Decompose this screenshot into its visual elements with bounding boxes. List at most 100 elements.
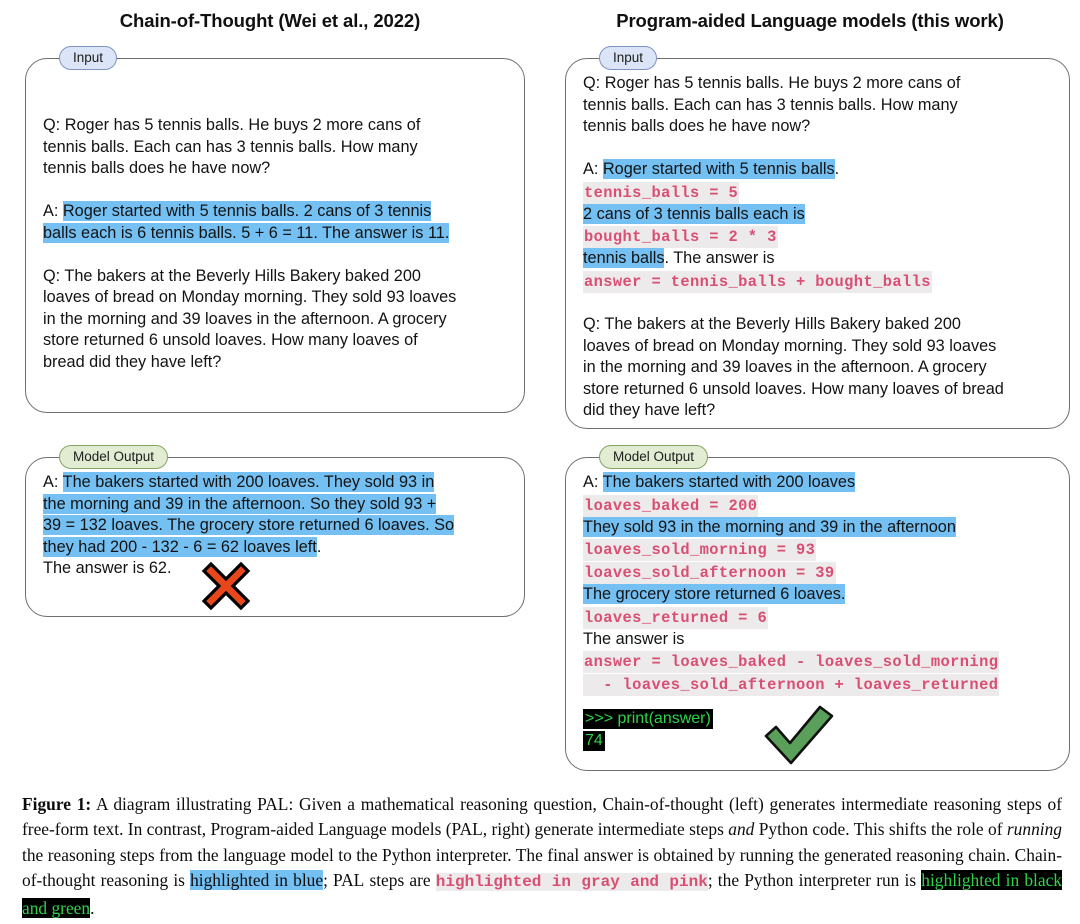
- pal-input-panel: Input Q: Roger has 5 tennis balls. He bu…: [565, 46, 1070, 429]
- cot-input-q1-line1: Q: Roger has 5 tennis balls. He buys 2 m…: [43, 116, 421, 134]
- cot-input-a1-highlight-1: Roger started with 5 tennis balls. 2 can…: [62, 201, 432, 221]
- caption-text-7: steps are: [364, 870, 436, 891]
- caption-italic-running: running: [1006, 819, 1062, 840]
- caption-text-3: , right) generate intermediate steps: [482, 819, 729, 840]
- pal-output-plain-line: The answer is: [583, 629, 685, 648]
- pal-output-code-2: loaves_sold_morning = 93: [583, 539, 817, 561]
- caption-text-9: .: [90, 897, 95, 918]
- caption-pal-3: PAL: [333, 870, 365, 891]
- figure-caption: Figure 1: A diagram illustrating PAL: Gi…: [22, 792, 1062, 921]
- pal-input-a1-line1: A: Roger started with 5 tennis balls.: [583, 159, 1057, 181]
- pal-input-q2-line5: did they have left?: [583, 401, 716, 419]
- pal-input-q2-line2: loaves of bread on Monday morning. They …: [583, 336, 997, 355]
- pal-output-code-5: answer = loaves_baked - loaves_sold_morn…: [583, 651, 1000, 673]
- pal-input-q1-line3: tennis balls does he have now?: [583, 117, 811, 135]
- cot-input-panel: Input Q: Roger has 5 tennis balls. He bu…: [25, 46, 525, 413]
- badge-model-output-pal: Model Output: [599, 445, 709, 469]
- pal-input-q2-line1: Q: The bakers at the Beverly Hills Baker…: [583, 315, 961, 333]
- pal-input-code-3: answer = tennis_balls + bought_balls: [583, 270, 932, 293]
- pal-output-code-3: loaves_sold_afternoon = 39: [583, 562, 836, 584]
- caption-text-6: ;: [323, 870, 334, 891]
- cot-input-a1-highlight-2: balls each is 6 tennis balls. 5 + 6 = 11…: [43, 222, 450, 243]
- cot-output-line2: the morning and 39 in the afternoon. So …: [43, 493, 512, 516]
- cot-output-highlight-4-tail: .: [316, 537, 322, 556]
- cot-input-q2-line2: loaves of bread on Monday morning. They …: [43, 288, 457, 306]
- cot-output-highlight-1: The bakers started with 200 loaves. They…: [62, 472, 435, 492]
- cot-input-q2-line5: bread did they have left?: [43, 352, 222, 371]
- pal-input-q2-line4: store returned 6 unsold loaves. How many…: [583, 379, 1004, 398]
- badge-input-pal: Input: [599, 46, 658, 70]
- pal-output-a-prefix: A:: [583, 473, 603, 491]
- pal-output-line3: The grocery store returned 6 loaves.: [583, 584, 1057, 606]
- pal-output-code-line-4: loaves_returned = 6: [583, 606, 1057, 629]
- pal-input-q2-line3: in the morning and 39 loaves in the afte…: [583, 358, 987, 376]
- cot-output-body: A: The bakers started with 200 loaves. T…: [43, 472, 512, 580]
- cot-input-q1-line3: tennis balls does he have now?: [43, 159, 271, 177]
- pal-input-highlight-2: 2 cans of 3 tennis balls each is: [583, 203, 805, 224]
- pal-input-a-prefix: A:: [583, 160, 603, 178]
- column-title-chain-of-thought: Chain-of-Thought (Wei et al., 2022): [119, 10, 421, 31]
- pal-input-highlight-3: tennis balls: [583, 248, 665, 268]
- caption-text-1: A diagram illustrating: [91, 794, 258, 814]
- cot-input-body: Q: Roger has 5 tennis balls. He buys 2 m…: [43, 115, 512, 373]
- caption-highlight-blue: highlighted in blue: [190, 870, 324, 891]
- pal-output-line1: A: The bakers started with 200 loaves: [583, 472, 1057, 494]
- pal-output-highlight-2: They sold 93 in the morning and 39 in th…: [583, 516, 956, 537]
- pal-input-body: Q: Roger has 5 tennis balls. He buys 2 m…: [583, 73, 1057, 422]
- pal-input-a1-line2: 2 cans of 3 tennis balls each is: [583, 203, 1057, 226]
- pal-output-code-1: loaves_baked = 200: [583, 494, 759, 517]
- cross-icon: [201, 561, 251, 611]
- cot-input-a-prefix: A:: [43, 202, 63, 220]
- pal-input-code-line-3: answer = tennis_balls + bought_balls: [583, 270, 1057, 293]
- pal-output-code-line-6: - loaves_sold_afternoon + loaves_returne…: [583, 673, 1057, 696]
- cot-output-highlight-2: the morning and 39 in the afternoon. So …: [43, 493, 437, 514]
- caption-highlight-pink: highlighted in gray and pink: [435, 873, 708, 892]
- cot-output-highlight-4: they had 200 - 132 - 6 = 62 loaves left: [43, 536, 317, 557]
- figure-container: Chain-of-Thought (Wei et al., 2022) Prog…: [0, 0, 1080, 924]
- pal-input-code-2: bought_balls = 2 * 3: [583, 226, 778, 248]
- pal-input-highlight-1-tail: .: [834, 160, 840, 178]
- pal-input-highlight-3-tail: . The answer is: [664, 249, 775, 267]
- cot-output-a-prefix: A:: [43, 473, 63, 491]
- caption-pal-2: PAL: [451, 819, 483, 840]
- pal-output-code-line-2: loaves_sold_morning = 93: [583, 538, 1057, 561]
- pal-input-q1-line2: tennis balls. Each can has 3 tennis ball…: [583, 95, 958, 114]
- cot-input-q2-line4: store returned 6 unsold loaves. How many…: [43, 331, 418, 349]
- caption-text-4: Python code. This shifts the role of: [754, 819, 1007, 840]
- cot-input-a1-line2: balls each is 6 tennis balls. 5 + 6 = 11…: [43, 222, 512, 245]
- pal-output-code-line-5: answer = loaves_baked - loaves_sold_morn…: [583, 650, 1057, 673]
- cot-input-a1-line1: A: Roger started with 5 tennis balls. 2 …: [43, 201, 512, 223]
- terminal-result: 74: [583, 730, 605, 751]
- caption-text-8: ; the Python interpreter run is: [707, 870, 922, 891]
- pal-output-highlight-3: The grocery store returned 6 loaves.: [583, 584, 846, 604]
- cot-input-q2-line3: in the morning and 39 loaves in the afte…: [43, 309, 447, 328]
- pal-input-highlight-1: Roger started with 5 tennis balls: [602, 159, 835, 179]
- cot-output-line3: 39 = 132 loaves. The grocery store retur…: [43, 515, 512, 537]
- cot-output-line1: A: The bakers started with 200 loaves. T…: [43, 472, 512, 494]
- pal-output-code-line-3: loaves_sold_afternoon = 39: [583, 561, 1057, 584]
- pal-input-q1-line1: Q: Roger has 5 tennis balls. He buys 2 m…: [583, 74, 961, 92]
- pal-output-code-line-1: loaves_baked = 200: [583, 494, 1057, 517]
- cot-input-q2-line1: Q: The bakers at the Beverly Hills Baker…: [43, 266, 421, 285]
- pal-input-a1-line3: tennis balls. The answer is: [583, 248, 1057, 270]
- caption-label: Figure 1:: [22, 794, 92, 814]
- column-title-pal: Program-aided Language models (this work…: [616, 10, 1004, 31]
- terminal-command: >>> print(answer): [583, 709, 713, 729]
- badge-model-output-cot: Model Output: [59, 445, 169, 469]
- pal-output-code-4: loaves_returned = 6: [583, 606, 769, 629]
- caption-italic-and: and: [728, 819, 755, 840]
- pal-output-highlight-1: The bakers started with 200 loaves: [602, 472, 856, 492]
- pal-output-code-6: - loaves_sold_afternoon + loaves_returne…: [583, 674, 1000, 696]
- cot-output-panel: Model Output A: The bakers started with …: [25, 445, 525, 617]
- cot-output-final-line: The answer is 62.: [43, 559, 172, 577]
- pal-output-line2: They sold 93 in the morning and 39 in th…: [583, 516, 1057, 539]
- pal-input-code-line-2: bought_balls = 2 * 3: [583, 225, 1057, 248]
- cot-output-line4: they had 200 - 132 - 6 = 62 loaves left.: [43, 536, 512, 559]
- pal-input-code-1: tennis_balls = 5: [583, 181, 740, 204]
- caption-pal-1: PAL: [257, 794, 289, 814]
- check-icon: [764, 705, 834, 765]
